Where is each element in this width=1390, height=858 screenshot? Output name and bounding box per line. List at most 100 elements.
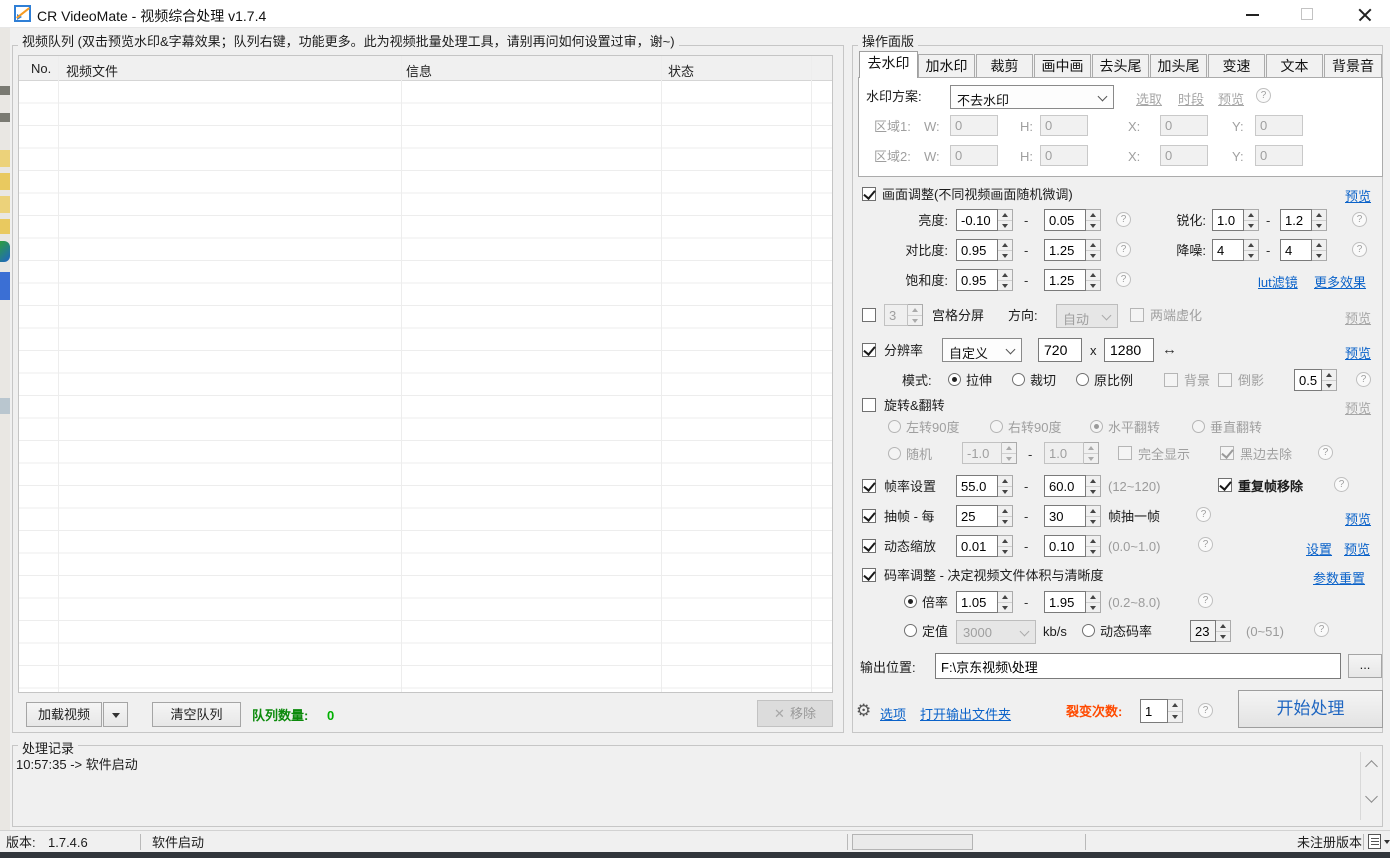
spin-down-icon[interactable] <box>1086 603 1100 613</box>
help-icon[interactable]: ? <box>1116 212 1131 227</box>
help-icon[interactable]: ? <box>1198 537 1213 552</box>
output-path-input[interactable] <box>935 653 1341 679</box>
help-icon[interactable]: ? <box>1256 88 1271 103</box>
log-doc-icon[interactable] <box>1368 834 1381 849</box>
spin-down-icon[interactable] <box>1312 251 1326 261</box>
resolution-checkbox[interactable] <box>862 343 876 357</box>
close-button[interactable] <box>1341 0 1387 28</box>
spin-up-icon[interactable] <box>1168 700 1182 712</box>
help-icon[interactable]: ? <box>1318 445 1333 460</box>
help-icon[interactable]: ? <box>1352 242 1367 257</box>
reflection-checkbox[interactable] <box>1218 373 1232 387</box>
column-status[interactable]: 状态 <box>668 61 694 80</box>
region2-w-input[interactable] <box>950 145 998 166</box>
crf-input[interactable] <box>1190 620 1216 642</box>
region2-h-input[interactable] <box>1040 145 1088 166</box>
spin-down-icon[interactable] <box>908 316 922 326</box>
help-icon[interactable]: ? <box>1198 703 1213 718</box>
spin-up-icon[interactable] <box>1312 240 1326 251</box>
rotate-right90-radio[interactable] <box>990 420 1003 433</box>
sharpen-max-input[interactable] <box>1280 209 1312 231</box>
mult-max-input[interactable] <box>1044 591 1086 613</box>
region1-w-input[interactable] <box>950 115 998 136</box>
tab-bgaudio[interactable]: 背景音 <box>1324 54 1382 78</box>
queue-table[interactable]: No. 视频文件 信息 状态 <box>18 55 833 693</box>
tab-speed[interactable]: 变速 <box>1208 54 1265 78</box>
resolution-mode-select[interactable]: 自定义 <box>942 338 1022 362</box>
spin-down-icon[interactable] <box>998 487 1012 497</box>
spin-up-icon[interactable] <box>998 506 1012 517</box>
spin-down-icon[interactable] <box>1086 487 1100 497</box>
spin-up-icon[interactable] <box>1086 536 1100 547</box>
help-icon[interactable]: ? <box>1314 622 1329 637</box>
bitrate-multiplier-radio[interactable] <box>904 595 917 608</box>
full-display-checkbox[interactable] <box>1118 446 1132 460</box>
options-link[interactable]: 选项 <box>880 704 906 723</box>
picture-adjust-checkbox[interactable] <box>862 187 876 201</box>
help-icon[interactable]: ? <box>1116 242 1131 257</box>
spin-down-icon[interactable] <box>998 281 1012 291</box>
dynamic-zoom-checkbox[interactable] <box>862 539 876 553</box>
spin-up-icon[interactable] <box>1216 621 1230 632</box>
column-no[interactable]: No. <box>31 61 51 76</box>
rotate-preview-link[interactable]: 预览 <box>1345 398 1371 417</box>
timerange-link[interactable]: 时段 <box>1178 89 1204 108</box>
browse-button[interactable]: ... <box>1348 654 1382 678</box>
more-effects-link[interactable]: 更多效果 <box>1314 272 1366 291</box>
denoise-max-input[interactable] <box>1280 239 1312 261</box>
spin-up-icon[interactable] <box>1086 506 1100 517</box>
resolution-preview-link[interactable]: 预览 <box>1345 343 1371 362</box>
spin-down-icon[interactable] <box>1002 454 1016 464</box>
resolution-width-input[interactable] <box>1038 338 1082 362</box>
bitrate-checkbox[interactable] <box>862 568 876 582</box>
spin-up-icon[interactable] <box>1084 443 1098 454</box>
region2-x-input[interactable] <box>1160 145 1208 166</box>
maximize-button[interactable] <box>1284 0 1330 28</box>
region1-h-input[interactable] <box>1040 115 1088 136</box>
spin-up-icon[interactable] <box>998 592 1012 603</box>
preview-link[interactable]: 预览 <box>1218 89 1244 108</box>
spin-up-icon[interactable] <box>1244 210 1258 221</box>
rotate-left90-radio[interactable] <box>888 420 901 433</box>
remove-button[interactable]: 移除 <box>757 700 833 727</box>
load-video-dropdown-button[interactable] <box>103 702 128 727</box>
bitrate-fixed-radio[interactable] <box>904 624 917 637</box>
spin-up-icon[interactable] <box>998 476 1012 487</box>
spin-up-icon[interactable] <box>1086 476 1100 487</box>
column-file[interactable]: 视频文件 <box>66 61 118 80</box>
lut-filter-link[interactable]: lut滤镜 <box>1258 272 1298 291</box>
spin-up-icon[interactable] <box>998 536 1012 547</box>
help-icon[interactable]: ? <box>1196 507 1211 522</box>
open-output-folder-link[interactable]: 打开输出文件夹 <box>920 704 1011 723</box>
tab-add-watermark[interactable]: 加水印 <box>918 54 975 78</box>
random-max-input[interactable] <box>1044 442 1084 464</box>
extract-max-input[interactable] <box>1044 505 1086 527</box>
grid-count-input[interactable] <box>884 304 908 326</box>
tab-remove-headtail[interactable]: 去头尾 <box>1092 54 1149 78</box>
sharpen-min-input[interactable] <box>1212 209 1244 231</box>
spin-down-icon[interactable] <box>1244 251 1258 261</box>
direction-select[interactable]: 自动 <box>1056 304 1118 328</box>
dedupe-frames-checkbox[interactable] <box>1218 478 1232 492</box>
background-checkbox[interactable] <box>1164 373 1178 387</box>
spin-down-icon[interactable] <box>998 517 1012 527</box>
watermark-scheme-select[interactable]: 不去水印 <box>950 85 1114 109</box>
brightness-max-input[interactable] <box>1044 209 1086 231</box>
denoise-min-input[interactable] <box>1212 239 1244 261</box>
help-icon[interactable]: ? <box>1334 477 1349 492</box>
spin-down-icon[interactable] <box>1086 281 1100 291</box>
spin-up-icon[interactable] <box>998 210 1012 221</box>
spin-up-icon[interactable] <box>1002 443 1016 454</box>
zoom-min-input[interactable] <box>956 535 998 557</box>
mult-min-input[interactable] <box>956 591 998 613</box>
spin-up-icon[interactable] <box>1322 370 1336 381</box>
spin-down-icon[interactable] <box>1086 221 1100 231</box>
spin-down-icon[interactable] <box>1244 221 1258 231</box>
spin-down-icon[interactable] <box>1086 517 1100 527</box>
zoom-preview-link[interactable]: 预览 <box>1344 539 1370 558</box>
spin-down-icon[interactable] <box>1086 251 1100 261</box>
queue-table-body[interactable] <box>19 81 832 692</box>
column-info[interactable]: 信息 <box>406 61 432 80</box>
help-icon[interactable]: ? <box>1356 372 1371 387</box>
region2-y-input[interactable] <box>1255 145 1303 166</box>
